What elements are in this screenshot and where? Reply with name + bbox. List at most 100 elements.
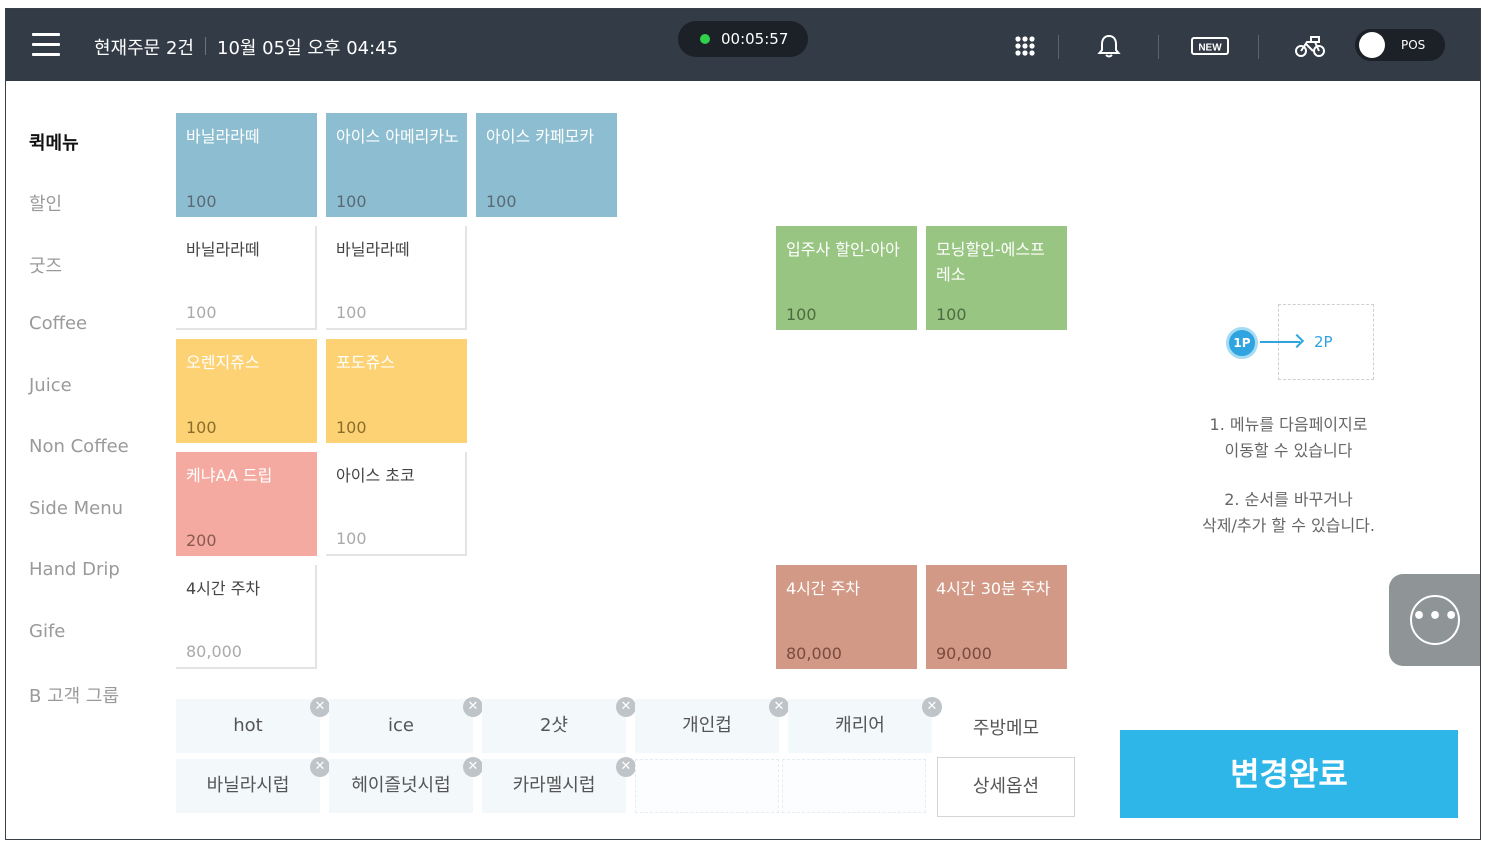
kitchen-memo-label[interactable]: 주방메모	[938, 701, 1074, 757]
pos-window: 현재주문 2건 10월 05일 오후 04:45 00:05:57 NEW PO…	[5, 8, 1481, 840]
menu-name: 바닐라라떼	[186, 240, 260, 259]
timer-text: 00:05:57	[721, 30, 789, 48]
empty-option-slot[interactable]	[782, 759, 926, 813]
menu-tile[interactable]: 4시간 주차 80,000	[776, 565, 917, 669]
option-chip[interactable]: 카라멜시럽 ✕	[482, 757, 636, 813]
remove-icon[interactable]: ✕	[310, 697, 330, 717]
current-order-count[interactable]: 현재주문 2건	[94, 34, 194, 60]
category-non-coffee[interactable]: Non Coffee	[29, 436, 129, 457]
option-chip[interactable]: hot ✕	[176, 697, 330, 753]
category-b-customer-group[interactable]: B 고객 그룹	[29, 682, 119, 708]
menu-name: 케냐AA 드립	[186, 466, 273, 485]
menu-tile[interactable]: 4시간 30분 주차 90,000	[926, 565, 1067, 669]
menu-name: 모닝할인-에스프레소	[936, 240, 1045, 284]
menu-name: 오렌지쥬스	[186, 353, 260, 372]
menu-name: 아이스 아메리카노	[336, 127, 459, 146]
new-icon[interactable]: NEW	[1191, 31, 1229, 61]
menu-name: 바닐라라떼	[336, 240, 410, 259]
category-coffee[interactable]: Coffee	[29, 313, 87, 334]
remove-icon[interactable]: ✕	[463, 697, 483, 717]
menu-tile[interactable]: 아이스 초코 100	[326, 452, 467, 556]
option-chip[interactable]: 바닐라시럽 ✕	[176, 757, 330, 813]
category-gife[interactable]: Gife	[29, 621, 65, 642]
menu-tile[interactable]: 바닐라라떼 100	[176, 226, 317, 330]
menu-price: 100	[186, 418, 217, 437]
hint-text: 2. 순서를 바꾸거나	[1224, 490, 1353, 509]
option-label: 캐리어	[835, 715, 885, 736]
current-datetime: 10월 05일 오후 04:45	[217, 38, 399, 59]
menu-price: 100	[186, 192, 217, 211]
page-1-badge: 1P	[1226, 327, 1258, 359]
header-divider	[1058, 35, 1059, 59]
menu-tile[interactable]: 아이스 아메리카노 100	[326, 113, 467, 217]
menu-tile[interactable]: 케냐AA 드립 200	[176, 452, 317, 556]
menu-name: 입주사 할인-아아	[786, 240, 900, 259]
empty-option-slot[interactable]	[635, 759, 779, 813]
category-hand-drip[interactable]: Hand Drip	[29, 559, 120, 580]
status-dot-icon	[700, 34, 710, 44]
option-chip[interactable]: 2샷 ✕	[482, 697, 636, 753]
category-juice[interactable]: Juice	[29, 375, 72, 396]
menu-price: 100	[336, 303, 367, 322]
option-label: 개인컵	[682, 715, 732, 736]
menu-name: 아이스 초코	[336, 466, 415, 485]
hint-text: 이동할 수 있습니다	[1224, 441, 1353, 460]
more-options-button[interactable]: •••	[1389, 574, 1480, 666]
category-side-menu[interactable]: Side Menu	[29, 498, 123, 519]
menu-tile[interactable]: 오렌지쥬스 100	[176, 339, 317, 443]
menu-tile[interactable]: 모닝할인-에스프레소 100	[926, 226, 1067, 330]
menu-price: 100	[486, 192, 517, 211]
menu-tile[interactable]: 아이스 카페모카 100	[476, 113, 617, 217]
pos-toggle[interactable]: POS	[1355, 29, 1445, 61]
new-badge-text: NEW	[1198, 43, 1222, 54]
option-label: 2샷	[539, 715, 568, 736]
header-divider	[1258, 35, 1259, 59]
menu-name: 4시간 주차	[186, 579, 261, 598]
menu-name: 4시간 30분 주차	[936, 579, 1051, 598]
more-dots-icon: •••	[1410, 595, 1460, 645]
menu-price: 80,000	[786, 644, 842, 663]
remove-icon[interactable]: ✕	[463, 757, 483, 777]
bell-icon[interactable]	[1094, 31, 1124, 61]
session-timer: 00:05:57	[678, 21, 808, 57]
page-2-label: 2P	[1314, 333, 1333, 351]
category-quick-menu[interactable]: 퀵메뉴	[29, 129, 79, 155]
menu-price: 200	[186, 531, 217, 550]
menu-tile[interactable]: 4시간 주차 80,000	[176, 565, 317, 669]
remove-icon[interactable]: ✕	[616, 697, 636, 717]
menu-price: 100	[336, 418, 367, 437]
menu-price: 100	[786, 305, 817, 324]
toggle-knob	[1359, 32, 1385, 58]
hint-text: 1. 메뉴를 다음페이지로	[1209, 415, 1368, 434]
menu-tile[interactable]: 바닐라라떼 100	[176, 113, 317, 217]
menu-price: 100	[936, 305, 967, 324]
menu-name: 4시간 주차	[786, 579, 861, 598]
menu-name: 아이스 카페모카	[486, 127, 595, 146]
detail-options-button[interactable]: 상세옵션	[937, 757, 1075, 817]
menu-price: 90,000	[936, 644, 992, 663]
remove-icon[interactable]: ✕	[310, 757, 330, 777]
category-discount[interactable]: 할인	[29, 190, 62, 216]
hint-text: 삭제/추가 할 수 있습니다.	[1202, 516, 1375, 535]
menu-icon[interactable]	[32, 32, 60, 56]
top-bar: 현재주문 2건 10월 05일 오후 04:45 00:05:57 NEW PO…	[6, 9, 1480, 81]
grid-icon[interactable]	[1010, 31, 1040, 61]
menu-tile[interactable]: 포도쥬스 100	[326, 339, 467, 443]
menu-price: 100	[336, 192, 367, 211]
remove-icon[interactable]: ✕	[769, 697, 789, 717]
option-chip[interactable]: ice ✕	[329, 697, 483, 753]
header-divider	[1158, 35, 1159, 59]
option-chip[interactable]: 헤이즐넛시럽 ✕	[329, 757, 483, 813]
menu-tile[interactable]: 입주사 할인-아아 100	[776, 226, 917, 330]
option-label: 헤이즐넛시럽	[351, 775, 451, 796]
option-label: 카라멜시럽	[512, 775, 596, 796]
option-chip[interactable]: 개인컵 ✕	[635, 697, 789, 753]
delivery-bike-icon[interactable]	[1293, 31, 1327, 61]
menu-tile[interactable]: 바닐라라떼 100	[326, 226, 467, 330]
menu-price: 100	[336, 529, 367, 548]
option-chip[interactable]: 캐리어 ✕	[788, 697, 942, 753]
remove-icon[interactable]: ✕	[616, 757, 636, 777]
category-goods[interactable]: 굿즈	[29, 252, 62, 278]
save-changes-button[interactable]: 변경완료	[1120, 730, 1458, 818]
option-label: 바닐라시럽	[206, 775, 290, 796]
